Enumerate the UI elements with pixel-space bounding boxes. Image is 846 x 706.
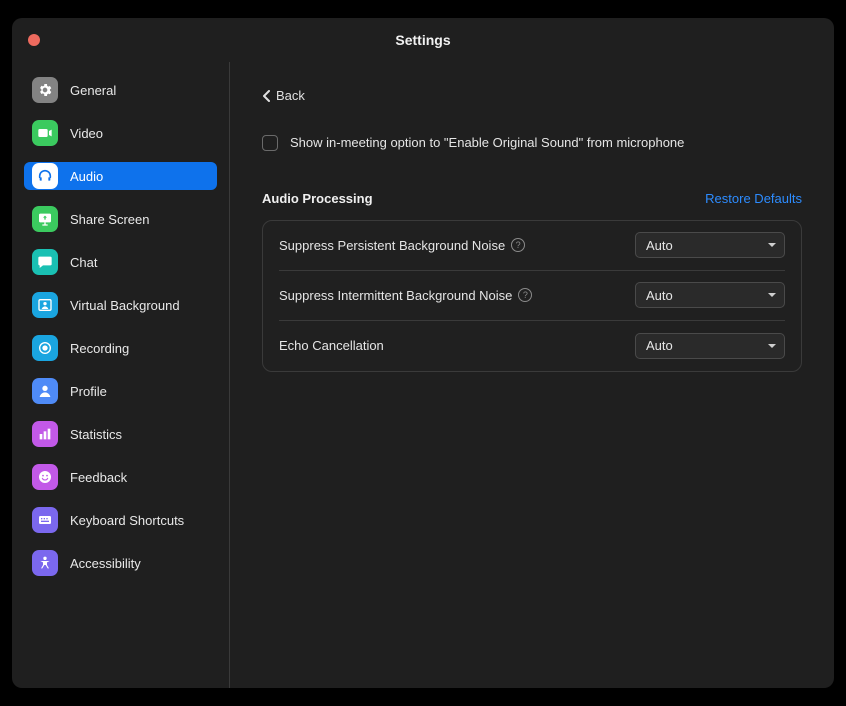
row-label-text: Suppress Intermittent Background Noise [279,288,512,303]
sidebar-item-profile[interactable]: Profile [24,377,217,405]
row-suppress-persistent-noise: Suppress Persistent Background Noise ? A… [279,221,785,271]
sidebar-item-label: Recording [70,341,129,356]
original-sound-checkbox[interactable] [262,135,278,151]
row-label-text: Echo Cancellation [279,338,384,353]
sidebar-item-share-screen[interactable]: Share Screen [24,205,217,233]
sidebar-item-label: Audio [70,169,103,184]
chevron-down-icon [768,243,776,247]
back-button[interactable]: Back [262,88,305,103]
row-echo-cancellation: Echo Cancellation Auto [279,321,785,371]
sidebar-item-label: Virtual Background [70,298,180,313]
chevron-left-icon [262,90,272,102]
titlebar: Settings [12,18,834,62]
help-icon[interactable]: ? [518,288,532,302]
share-screen-icon [32,206,58,232]
video-icon [32,120,58,146]
sidebar-item-label: Accessibility [70,556,141,571]
sidebar-item-accessibility[interactable]: Accessibility [24,549,217,577]
select-value: Auto [646,288,673,303]
sidebar-item-virtual-background[interactable]: Virtual Background [24,291,217,319]
suppress-intermittent-select[interactable]: Auto [635,282,785,308]
sidebar-item-label: Feedback [70,470,127,485]
help-icon[interactable]: ? [511,238,525,252]
chat-icon [32,249,58,275]
sidebar-item-feedback[interactable]: Feedback [24,463,217,491]
section-title: Audio Processing [262,191,373,206]
suppress-persistent-select[interactable]: Auto [635,232,785,258]
echo-cancellation-select[interactable]: Auto [635,333,785,359]
sidebar-item-label: Share Screen [70,212,150,227]
keyboard-icon [32,507,58,533]
statistics-icon [32,421,58,447]
recording-icon [32,335,58,361]
headphones-icon [32,163,58,189]
sidebar-item-general[interactable]: General [24,76,217,104]
sidebar-item-label: Keyboard Shortcuts [70,513,184,528]
sidebar-item-chat[interactable]: Chat [24,248,217,276]
gear-icon [32,77,58,103]
row-label-text: Suppress Persistent Background Noise [279,238,505,253]
sidebar-item-video[interactable]: Video [24,119,217,147]
virtual-background-icon [32,292,58,318]
original-sound-label: Show in-meeting option to "Enable Origin… [290,135,684,150]
feedback-icon [32,464,58,490]
accessibility-icon [32,550,58,576]
main-panel: Back Show in-meeting option to "Enable O… [230,62,834,688]
audio-processing-panel: Suppress Persistent Background Noise ? A… [262,220,802,372]
sidebar-item-keyboard-shortcuts[interactable]: Keyboard Shortcuts [24,506,217,534]
chevron-down-icon [768,293,776,297]
sidebar-item-recording[interactable]: Recording [24,334,217,362]
sidebar-item-audio[interactable]: Audio [24,162,217,190]
sidebar: General Video Audio Share Screen [12,62,230,688]
settings-window: Settings General Video Audio [12,18,834,688]
original-sound-row: Show in-meeting option to "Enable Origin… [262,135,802,151]
row-suppress-intermittent-noise: Suppress Intermittent Background Noise ?… [279,271,785,321]
sidebar-item-label: Statistics [70,427,122,442]
audio-processing-header: Audio Processing Restore Defaults [262,191,802,206]
sidebar-item-statistics[interactable]: Statistics [24,420,217,448]
select-value: Auto [646,338,673,353]
sidebar-item-label: Profile [70,384,107,399]
back-label: Back [276,88,305,103]
sidebar-item-label: Video [70,126,103,141]
sidebar-item-label: Chat [70,255,97,270]
window-close-button[interactable] [28,34,40,46]
profile-icon [32,378,58,404]
select-value: Auto [646,238,673,253]
window-title: Settings [395,32,450,48]
chevron-down-icon [768,344,776,348]
restore-defaults-link[interactable]: Restore Defaults [705,191,802,206]
sidebar-item-label: General [70,83,116,98]
